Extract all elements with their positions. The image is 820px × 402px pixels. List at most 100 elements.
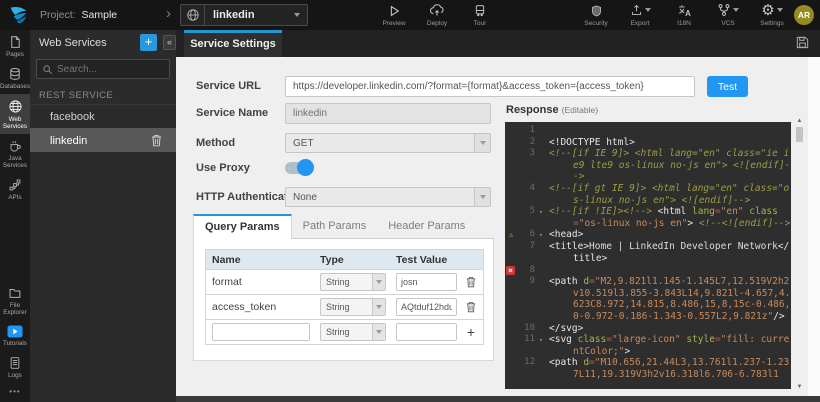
main-tabbar: Service Settings: [176, 30, 820, 57]
sidebar-item-logs[interactable]: Logs: [0, 351, 30, 383]
sidebar-item-web-services[interactable]: Web Services: [0, 94, 30, 134]
add-service-button[interactable]: +: [140, 34, 157, 51]
service-item-linkedin[interactable]: linkedin: [30, 128, 176, 152]
code-line[interactable]: 5▾<!--[if !IE]><!--> <html lang="en" cla…: [505, 206, 791, 229]
delete-service-icon[interactable]: [151, 134, 162, 147]
chevron-right-icon: ›: [166, 5, 171, 22]
gear-icon: ⚙: [761, 3, 774, 18]
deploy-button[interactable]: Deploy: [421, 2, 453, 27]
log-document-icon: [8, 356, 22, 370]
horizontal-scrollbar[interactable]: [176, 396, 820, 402]
scroll-up-icon[interactable]: ▲: [794, 118, 805, 124]
i18n-label: I18N: [677, 20, 691, 27]
line-number: 10: [517, 323, 537, 335]
fold-gutter: [537, 148, 545, 183]
service-url-input[interactable]: [285, 76, 695, 97]
tour-button[interactable]: Tour: [464, 2, 496, 27]
response-editor[interactable]: 12<!DOCTYPE html>3<!--[if IE 9]> <html l…: [505, 122, 791, 389]
cloud-upload-icon: [429, 2, 445, 18]
service-name-input[interactable]: [285, 103, 491, 124]
code-line[interactable]: ⚠6▾<head>: [505, 229, 791, 241]
line-number: 2: [517, 137, 537, 149]
param-name: access_token: [206, 301, 314, 313]
tab-query-params[interactable]: Query Params: [193, 214, 292, 239]
response-label: Response (Editable): [506, 104, 598, 116]
app-selector-dropdown[interactable]: linkedin: [180, 4, 308, 26]
code-line[interactable]: 3<!--[if IE 9]> <html lang="en" class="i…: [505, 148, 791, 183]
delete-param-icon[interactable]: [459, 276, 483, 288]
code-line[interactable]: 9<path d="M2,9.821l1.145-1.145L7,12.519V…: [505, 276, 791, 322]
service-item-facebook[interactable]: facebook: [30, 104, 176, 128]
sidebar-item-java-services[interactable]: Java Services: [0, 134, 30, 173]
search-input[interactable]: [57, 64, 157, 75]
line-number: 6: [517, 229, 537, 241]
preview-button[interactable]: Preview: [378, 2, 410, 27]
code-line[interactable]: 2<!DOCTYPE html>: [505, 137, 791, 149]
delete-param-icon[interactable]: [459, 301, 483, 313]
preview-label: Preview: [382, 20, 405, 27]
sidebar-item-tutorials[interactable]: Tutorials: [0, 320, 30, 351]
param-tabs: Query Params Path Params Header Params: [193, 214, 494, 239]
fold-caret-icon[interactable]: ▾: [537, 206, 545, 229]
code-line[interactable]: 8: [505, 265, 791, 277]
chevron-down-icon: [777, 8, 783, 12]
line-number: 1: [517, 125, 537, 137]
page-icon: [8, 35, 22, 49]
param-test-value-input[interactable]: [396, 273, 457, 291]
vcs-button[interactable]: VCS: [712, 2, 744, 27]
video-play-icon: [7, 325, 23, 338]
more-menu-button[interactable]: •••: [0, 383, 30, 402]
code-text: <head>: [545, 229, 791, 241]
sidebar-item-pages[interactable]: Pages: [0, 30, 30, 62]
app-window: Project: Sample › linkedin Preview: [0, 0, 820, 402]
param-name-input[interactable]: [212, 323, 310, 341]
param-type-select[interactable]: String: [320, 323, 386, 341]
wavemaker-logo-icon[interactable]: [8, 4, 30, 26]
scrollbar-thumb[interactable]: [796, 127, 803, 142]
topbar-tools-right: Security Export A I18N: [580, 2, 788, 27]
http-auth-select[interactable]: None: [285, 187, 491, 207]
tab-header-params[interactable]: Header Params: [377, 214, 476, 239]
settings-button[interactable]: ⚙ Settings: [756, 2, 788, 27]
fold-gutter: [537, 137, 545, 149]
code-line[interactable]: 4<!--[if gt IE 9]> <html lang="en" class…: [505, 183, 791, 206]
fold-caret-icon[interactable]: ▾: [537, 229, 545, 241]
param-type-select[interactable]: String: [320, 273, 386, 291]
code-line[interactable]: 7<title>Home | LinkedIn Developer Networ…: [505, 241, 791, 264]
param-test-value-input[interactable]: [396, 323, 457, 341]
sidebar-item-file-explorer[interactable]: File Explorer: [0, 281, 30, 320]
tab-path-params[interactable]: Path Params: [292, 214, 378, 239]
user-avatar[interactable]: AR: [794, 5, 814, 25]
fold-gutter: [537, 265, 545, 277]
fold-caret-icon[interactable]: ▾: [537, 334, 545, 357]
sidebar-item-databases[interactable]: Databases: [0, 62, 30, 94]
play-icon: [387, 2, 401, 18]
sidebar-item-apis[interactable]: APIs: [0, 173, 30, 205]
code-line[interactable]: 11▾<svg class="large-icon" style="fill: …: [505, 334, 791, 357]
param-test-value-input[interactable]: [396, 298, 457, 316]
code-line[interactable]: 1: [505, 125, 791, 137]
editor-scrollbar[interactable]: ▲ ▼: [794, 118, 805, 390]
use-proxy-toggle[interactable]: [285, 162, 312, 174]
i18n-button[interactable]: A I18N: [668, 2, 700, 27]
param-type-select[interactable]: String: [320, 298, 386, 316]
table-row: format String: [206, 270, 483, 295]
test-button[interactable]: Test: [707, 76, 748, 97]
panel-title: Web Services: [39, 37, 107, 49]
code-line[interactable]: 12<path d="M10.656,21.44L3,13.761l1.237-…: [505, 357, 791, 380]
chevron-down-icon: [733, 8, 739, 12]
bus-icon: [473, 2, 487, 18]
method-select[interactable]: GET: [285, 133, 491, 153]
security-button[interactable]: Security: [580, 2, 612, 27]
add-param-button[interactable]: +: [459, 325, 483, 339]
security-label: Security: [584, 20, 607, 27]
tab-service-settings[interactable]: Service Settings: [184, 30, 282, 57]
line-number: 8: [517, 265, 537, 277]
export-button[interactable]: Export: [624, 2, 656, 27]
collapse-panel-button[interactable]: «: [163, 35, 176, 50]
code-line[interactable]: 10</svg>: [505, 323, 791, 335]
line-number: 4: [517, 183, 537, 206]
scroll-down-icon[interactable]: ▼: [794, 384, 805, 390]
save-icon[interactable]: [795, 35, 810, 50]
fold-gutter: [537, 323, 545, 335]
